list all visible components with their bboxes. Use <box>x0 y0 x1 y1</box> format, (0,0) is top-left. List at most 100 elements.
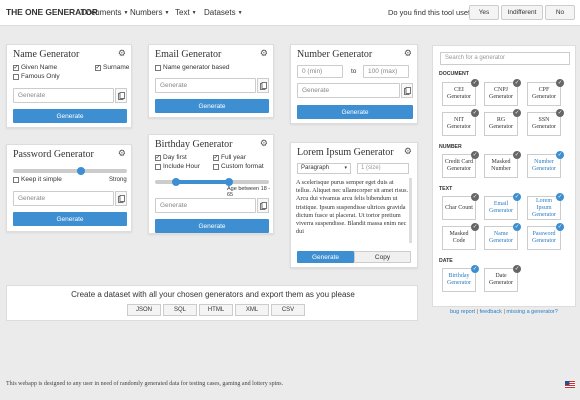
export-title: Create a dataset with all your chosen ge… <box>71 290 355 299</box>
checkbox-box: ✓ <box>13 64 19 71</box>
tile-lorem-ipsum-generator[interactable]: Lorem Ipsum Generator ✓ <box>527 193 564 220</box>
bug-report-link[interactable]: bug report <box>450 309 475 315</box>
yes-button[interactable]: Yes <box>469 5 499 20</box>
lorem-generate-button[interactable]: Generate <box>297 251 354 263</box>
include-hour-checkbox[interactable]: Include Hour <box>155 163 200 170</box>
birthday-output-field[interactable]: Generate <box>155 198 256 213</box>
email-output-field[interactable]: Generate <box>155 78 256 93</box>
card-title: Name Generator <box>13 49 80 60</box>
check-icon: ✓ <box>556 223 564 231</box>
check-icon: ✓ <box>471 79 479 87</box>
max-input[interactable]: 100 (max) <box>363 65 409 78</box>
nav-datasets[interactable]: Datasets ▼ <box>204 8 243 17</box>
copy-icon[interactable] <box>115 88 127 103</box>
generator-search-input[interactable]: Search for a generator <box>440 52 570 65</box>
password-generate-button[interactable]: Generate <box>13 212 127 226</box>
no-button[interactable]: No <box>545 5 575 20</box>
copy-icon[interactable] <box>257 198 269 213</box>
caret-down-icon: ▼ <box>164 10 170 16</box>
tile-cnpj-generator[interactable]: CNPJ Generator ✓ <box>484 79 521 106</box>
lorem-output-text[interactable]: A scelerisque purus semper eget duis at … <box>296 179 409 247</box>
chevron-down-icon: ▾ <box>344 165 347 171</box>
name-generate-button[interactable]: Generate <box>13 109 127 123</box>
min-input[interactable]: 0 (min) <box>297 65 343 78</box>
tile-ssn-generator[interactable]: SSN Generator ✓ <box>527 109 564 136</box>
checkbox-box <box>155 163 161 170</box>
lorem-type-select[interactable]: Paragraph ▾ <box>297 163 351 174</box>
indifferent-button[interactable]: Indifferent <box>501 5 543 20</box>
tile-number-generator[interactable]: Number Generator ✓ <box>527 151 564 178</box>
tile-name-generator[interactable]: Name Generator ✓ <box>484 223 521 250</box>
number-output-field[interactable]: Generate <box>297 83 400 98</box>
tile-birthday-generator[interactable]: Birthday Generator ✓ <box>442 265 479 292</box>
export-html-button[interactable]: HTML <box>199 304 233 316</box>
surname-checkbox[interactable]: ✓ Surname <box>95 64 129 71</box>
tile-date-generator[interactable]: Date Generator ✓ <box>484 265 521 292</box>
caret-down-icon: ▼ <box>237 10 243 16</box>
nav-documents[interactable]: Documents ▼ <box>81 8 128 17</box>
strength-slider-track[interactable] <box>13 169 127 173</box>
top-bar: THE ONE GENERATOR Documents ▼ Numbers ▼ Te… <box>0 0 580 26</box>
number-generate-button[interactable]: Generate <box>297 105 413 119</box>
tile-masked-code[interactable]: Masked Code ✓ <box>442 223 479 250</box>
generator-sidebar: Search for a generator DOCUMENT CEI Gene… <box>432 45 576 307</box>
given-name-checkbox[interactable]: ✓ Given Name <box>13 64 57 71</box>
gear-icon[interactable]: ⚙ <box>404 48 412 59</box>
custom-format-checkbox[interactable]: Custom format <box>213 163 264 170</box>
gear-icon[interactable]: ⚙ <box>118 148 126 159</box>
feedback-question: Do you find this tool useful? <box>388 8 481 17</box>
checkbox-box <box>13 176 19 183</box>
number-generator-card: Number Generator ⚙ 0 (min) to 100 (max) … <box>290 44 418 124</box>
tile-rg-generator[interactable]: RG Generator ✓ <box>484 109 521 136</box>
age-max-handle[interactable] <box>225 178 234 186</box>
feedback-link[interactable]: feedback <box>480 309 502 315</box>
strength-slider-handle[interactable] <box>77 167 86 175</box>
card-title: Birthday Generator <box>155 139 233 150</box>
section-label-number: NUMBER <box>439 144 462 150</box>
gear-icon[interactable]: ⚙ <box>260 138 268 149</box>
full-year-checkbox[interactable]: ✓ Full year <box>213 154 246 161</box>
tile-cpf-generator[interactable]: CPF Generator ✓ <box>527 79 564 106</box>
tile-nit-generator[interactable]: NIT Generator ✓ <box>442 109 479 136</box>
section-label-text: TEXT <box>439 186 453 192</box>
birthday-generate-button[interactable]: Generate <box>155 219 269 233</box>
gear-icon[interactable]: ⚙ <box>260 48 268 59</box>
nav-numbers[interactable]: Numbers ▼ <box>130 8 169 17</box>
password-output-field[interactable]: Generate <box>13 191 114 206</box>
gear-icon[interactable]: ⚙ <box>118 48 126 59</box>
password-generator-card: Password Generator ⚙ Keep it simple Stro… <box>6 144 132 232</box>
email-generate-button[interactable]: Generate <box>155 99 269 113</box>
export-xml-button[interactable]: XML <box>235 304 269 316</box>
caret-down-icon: ▼ <box>191 10 197 16</box>
us-flag-icon[interactable] <box>565 381 575 388</box>
export-csv-button[interactable]: CSV <box>271 304 305 316</box>
age-min-handle[interactable] <box>171 178 180 186</box>
missing-generator-link[interactable]: missing a generator? <box>506 309 557 315</box>
copy-icon[interactable] <box>115 191 127 206</box>
nav-text[interactable]: Text ▼ <box>175 8 197 17</box>
copy-icon[interactable] <box>257 78 269 93</box>
famous-only-checkbox[interactable]: Famous Only <box>13 73 60 80</box>
checkbox-box <box>13 73 19 80</box>
age-range-label: Age between 18 - 65 <box>227 186 271 198</box>
section-label-date: DATE <box>439 258 453 264</box>
footer-description: This webapp is designed to any user in n… <box>6 381 284 387</box>
name-output-field[interactable]: Generate <box>13 88 114 103</box>
export-json-button[interactable]: JSON <box>127 304 161 316</box>
lorem-size-input[interactable]: 1 (size) <box>357 163 409 174</box>
tile-email-generator[interactable]: Email Generator ✓ <box>484 193 521 220</box>
export-sql-button[interactable]: SQL <box>163 304 197 316</box>
tile-masked-number[interactable]: Masked Number ✓ <box>484 151 521 178</box>
copy-icon[interactable] <box>401 83 413 98</box>
gear-icon[interactable]: ⚙ <box>404 146 412 157</box>
keep-simple-checkbox[interactable]: Keep it simple <box>13 176 62 183</box>
day-first-checkbox[interactable]: ✓ Day first <box>155 154 187 161</box>
tile-cei-generator[interactable]: CEI Generator ✓ <box>442 79 479 106</box>
tile-password-generator[interactable]: Password Generator ✓ <box>527 223 564 250</box>
lorem-scrollbar[interactable] <box>409 178 412 243</box>
check-icon: ✓ <box>471 193 479 201</box>
tile-char-count[interactable]: Char Count ✓ <box>442 193 479 220</box>
tile-credit-card-generator[interactable]: Credit Card Generator ✓ <box>442 151 479 178</box>
name-based-checkbox[interactable]: Name generator based <box>155 64 230 71</box>
lorem-copy-button[interactable]: Copy <box>354 251 411 263</box>
